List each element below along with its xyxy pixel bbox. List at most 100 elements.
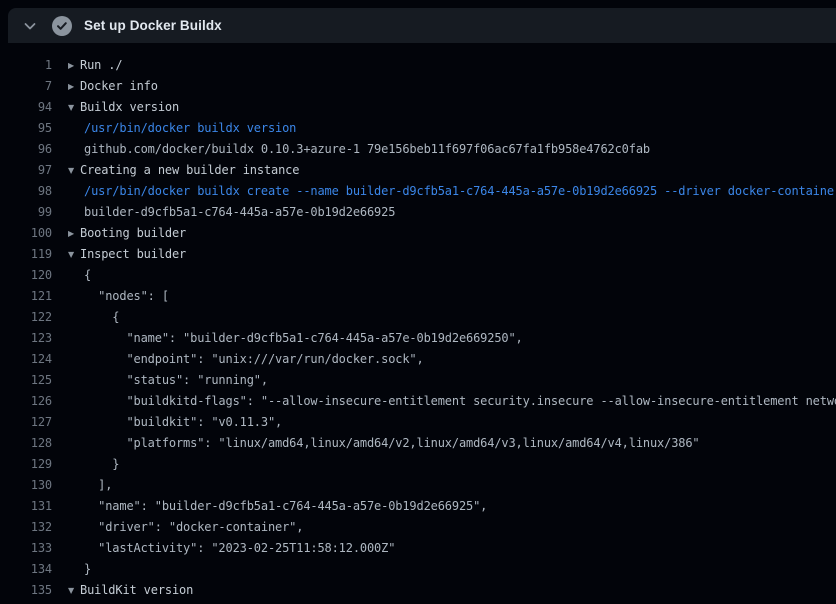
expand-toggle-icon[interactable]: ▶ [68, 223, 80, 244]
log-line: 96 github.com/docker/buildx 0.10.3+azure-… [0, 139, 836, 160]
log-line: 129 } [0, 454, 836, 475]
log-output-text: "endpoint": "unix:///var/run/docker.sock… [84, 349, 424, 370]
log-line: 134} [0, 559, 836, 580]
log-output-text: } [84, 559, 91, 580]
toggle-spacer [68, 433, 84, 454]
collapse-toggle-icon[interactable]: ▼ [68, 160, 80, 181]
toggle-spacer [68, 265, 84, 286]
toggle-spacer [68, 349, 84, 370]
line-number[interactable]: 1 [0, 55, 52, 76]
log-line: 122 { [0, 307, 836, 328]
toggle-spacer [68, 517, 84, 538]
check-circle-icon [52, 16, 72, 36]
log-group-title: Inspect builder [80, 244, 186, 265]
line-number[interactable]: 100 [0, 223, 52, 244]
step-header[interactable]: Set up Docker Buildx [8, 8, 836, 43]
line-number[interactable]: 99 [0, 202, 52, 223]
line-number[interactable]: 124 [0, 349, 52, 370]
line-number[interactable]: 128 [0, 433, 52, 454]
log-line: 128 "platforms": "linux/amd64,linux/amd6… [0, 433, 836, 454]
line-number[interactable]: 131 [0, 496, 52, 517]
line-number[interactable]: 94 [0, 97, 52, 118]
log-line: 97▼Creating a new builder instance [0, 160, 836, 181]
log-line: 125 "status": "running", [0, 370, 836, 391]
expand-toggle-icon[interactable]: ▶ [68, 55, 80, 76]
log-output-text: github.com/docker/buildx 0.10.3+azure-1 … [84, 139, 650, 160]
log-line: 98/usr/bin/docker buildx create --name b… [0, 181, 836, 202]
line-number[interactable]: 7 [0, 76, 52, 97]
log-line: 94 ▼Buildx version [0, 97, 836, 118]
log-line: 124 "endpoint": "unix:///var/run/docker.… [0, 349, 836, 370]
log-output-text: { [84, 307, 119, 328]
toggle-spacer [68, 559, 84, 580]
log-group-title: Buildx version [80, 97, 179, 118]
toggle-spacer [68, 391, 84, 412]
line-number[interactable]: 125 [0, 370, 52, 391]
log-output-text: builder-d9cfb5a1-c764-445a-a57e-0b19d2e6… [84, 202, 395, 223]
toggle-spacer [68, 370, 84, 391]
line-number[interactable]: 132 [0, 517, 52, 538]
log-line: 130 ], [0, 475, 836, 496]
toggle-spacer [68, 475, 84, 496]
line-number[interactable]: 135 [0, 580, 52, 601]
line-number[interactable]: 119 [0, 244, 52, 265]
log-group-title: Booting builder [80, 223, 186, 244]
log-command-text: /usr/bin/docker buildx create --name bui… [84, 181, 836, 202]
line-number[interactable]: 121 [0, 286, 52, 307]
line-number[interactable]: 123 [0, 328, 52, 349]
line-number[interactable]: 96 [0, 139, 52, 160]
collapse-toggle-icon[interactable]: ▼ [68, 580, 80, 601]
line-number[interactable]: 133 [0, 538, 52, 559]
log-output-text: "name": "builder-d9cfb5a1-c764-445a-a57e… [84, 496, 487, 517]
line-number[interactable]: 98 [0, 181, 52, 202]
log-output-text: } [84, 454, 119, 475]
log-output: 1▶Run ./7▶Docker info94▼Buildx version95… [0, 43, 836, 604]
line-number[interactable]: 95 [0, 118, 52, 139]
expand-toggle-icon[interactable]: ▶ [68, 76, 80, 97]
log-group-title: Docker info [80, 76, 158, 97]
line-number[interactable]: 97 [0, 160, 52, 181]
toggle-spacer [68, 538, 84, 559]
toggle-spacer [68, 202, 84, 223]
log-line: 126 "buildkitd-flags": "--allow-insecure… [0, 391, 836, 412]
line-number[interactable]: 120 [0, 265, 52, 286]
log-group-title: BuildKit version [80, 580, 193, 601]
collapse-toggle-icon[interactable]: ▼ [68, 97, 80, 118]
log-line: 132 "driver": "docker-container", [0, 517, 836, 538]
log-output-text: ], [84, 475, 112, 496]
log-output-text: "nodes": [ [84, 286, 169, 307]
line-number[interactable]: 127 [0, 412, 52, 433]
toggle-spacer [68, 328, 84, 349]
log-line: 121 "nodes": [ [0, 286, 836, 307]
log-output-text: "driver": "docker-container", [84, 517, 303, 538]
log-line: 135 ▼BuildKit version [0, 580, 836, 601]
line-number[interactable]: 122 [0, 307, 52, 328]
line-number[interactable]: 134 [0, 559, 52, 580]
toggle-spacer [68, 412, 84, 433]
toggle-spacer [68, 286, 84, 307]
chevron-down-icon[interactable] [22, 18, 38, 34]
log-line: 100 ▶Booting builder [0, 223, 836, 244]
log-line: 131 "name": "builder-d9cfb5a1-c764-445a-… [0, 496, 836, 517]
toggle-spacer [68, 496, 84, 517]
line-number[interactable]: 129 [0, 454, 52, 475]
log-line: 120 { [0, 265, 836, 286]
toggle-spacer [68, 454, 84, 475]
log-group-title: Run ./ [80, 55, 122, 76]
log-line: 133 "lastActivity": "2023-02-25T11:58:12… [0, 538, 836, 559]
log-line: 123 "name": "builder-d9cfb5a1-c764-445a-… [0, 328, 836, 349]
log-output-text: "buildkit": "v0.11.3", [84, 412, 282, 433]
toggle-spacer [68, 181, 84, 202]
line-number[interactable]: 130 [0, 475, 52, 496]
line-number[interactable]: 126 [0, 391, 52, 412]
log-line: 119 ▼Inspect builder [0, 244, 836, 265]
log-output-text: "buildkitd-flags": "--allow-insecure-ent… [84, 391, 836, 412]
log-line: 95/usr/bin/docker buildx version [0, 118, 836, 139]
log-command-text: /usr/bin/docker buildx version [84, 118, 296, 139]
log-output-text: "status": "running", [84, 370, 268, 391]
collapse-toggle-icon[interactable]: ▼ [68, 244, 80, 265]
log-output-text: "name": "builder-d9cfb5a1-c764-445a-a57e… [84, 328, 523, 349]
log-output-text: "lastActivity": "2023-02-25T11:58:12.000… [84, 538, 395, 559]
log-line: 7 ▶Docker info [0, 76, 836, 97]
log-output-text: { [84, 265, 91, 286]
